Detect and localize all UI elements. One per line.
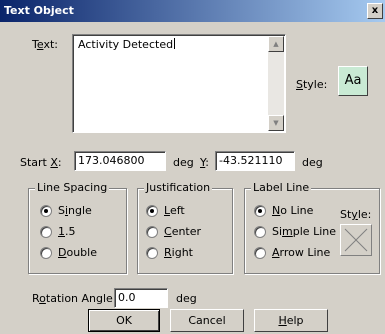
line-spacing-single-radio[interactable] xyxy=(40,205,52,217)
start-x-input[interactable]: 173.046800 xyxy=(74,151,166,171)
title-bar: Text Object x xyxy=(0,0,385,22)
text-label: Text: xyxy=(32,38,58,51)
line-spacing-double-radio[interactable] xyxy=(40,247,52,259)
label-line-style-label: Style: xyxy=(340,208,372,221)
label-simple-line-label[interactable]: Simple Line xyxy=(272,225,336,238)
rotation-label: Rotation Angle: xyxy=(32,292,117,305)
style-button[interactable]: Aa xyxy=(338,66,368,96)
label-no-line-radio[interactable] xyxy=(254,205,266,217)
window-title: Text Object xyxy=(4,4,74,17)
scroll-up-icon[interactable]: ▲ xyxy=(268,36,284,52)
justify-center-label[interactable]: Center xyxy=(164,225,201,238)
line-spacing-single-label[interactable]: Single xyxy=(58,204,92,217)
label-simple-line-radio[interactable] xyxy=(254,226,266,238)
ok-button[interactable]: OK xyxy=(88,309,160,332)
justify-center-radio[interactable] xyxy=(146,226,158,238)
line-spacing-double-label[interactable]: Double xyxy=(58,246,97,259)
start-x-label: Start X: xyxy=(20,156,62,169)
rotation-input[interactable]: 0.0 xyxy=(114,288,168,308)
label-arrow-line-radio[interactable] xyxy=(254,247,266,259)
line-spacing-legend: Line Spacing xyxy=(35,181,110,194)
justification-legend: Justification xyxy=(144,181,213,194)
line-spacing-1-5-label[interactable]: 1.5 xyxy=(58,225,76,238)
text-value: Activity Detected xyxy=(78,38,174,51)
label-arrow-line-label[interactable]: Arrow Line xyxy=(272,246,330,259)
justify-left-label[interactable]: Left xyxy=(164,204,185,217)
start-y-label: Y: xyxy=(200,156,209,169)
close-icon[interactable]: x xyxy=(367,3,383,19)
line-style-cross-icon xyxy=(344,228,368,252)
text-area[interactable]: Activity Detected ▲ ▼ xyxy=(72,34,286,133)
start-x-unit: deg xyxy=(173,156,194,169)
style-label: Style: xyxy=(296,78,328,91)
rotation-unit: deg xyxy=(176,292,197,305)
label-line-style-button[interactable] xyxy=(340,224,372,256)
justify-right-label[interactable]: Right xyxy=(164,246,193,259)
cancel-button[interactable]: Cancel xyxy=(170,309,244,332)
label-no-line-label[interactable]: No Line xyxy=(272,204,313,217)
justify-right-radio[interactable] xyxy=(146,247,158,259)
start-y-unit: deg xyxy=(302,156,323,169)
label-line-legend: Label Line xyxy=(251,181,312,194)
line-spacing-1-5-radio[interactable] xyxy=(40,226,52,238)
text-caret xyxy=(174,38,176,49)
text-scrollbar[interactable]: ▲ ▼ xyxy=(268,36,284,131)
justify-left-radio[interactable] xyxy=(146,205,158,217)
start-y-input[interactable]: -43.521110 xyxy=(215,151,295,171)
scroll-down-icon[interactable]: ▼ xyxy=(268,115,284,131)
help-button[interactable]: Help xyxy=(254,309,328,332)
